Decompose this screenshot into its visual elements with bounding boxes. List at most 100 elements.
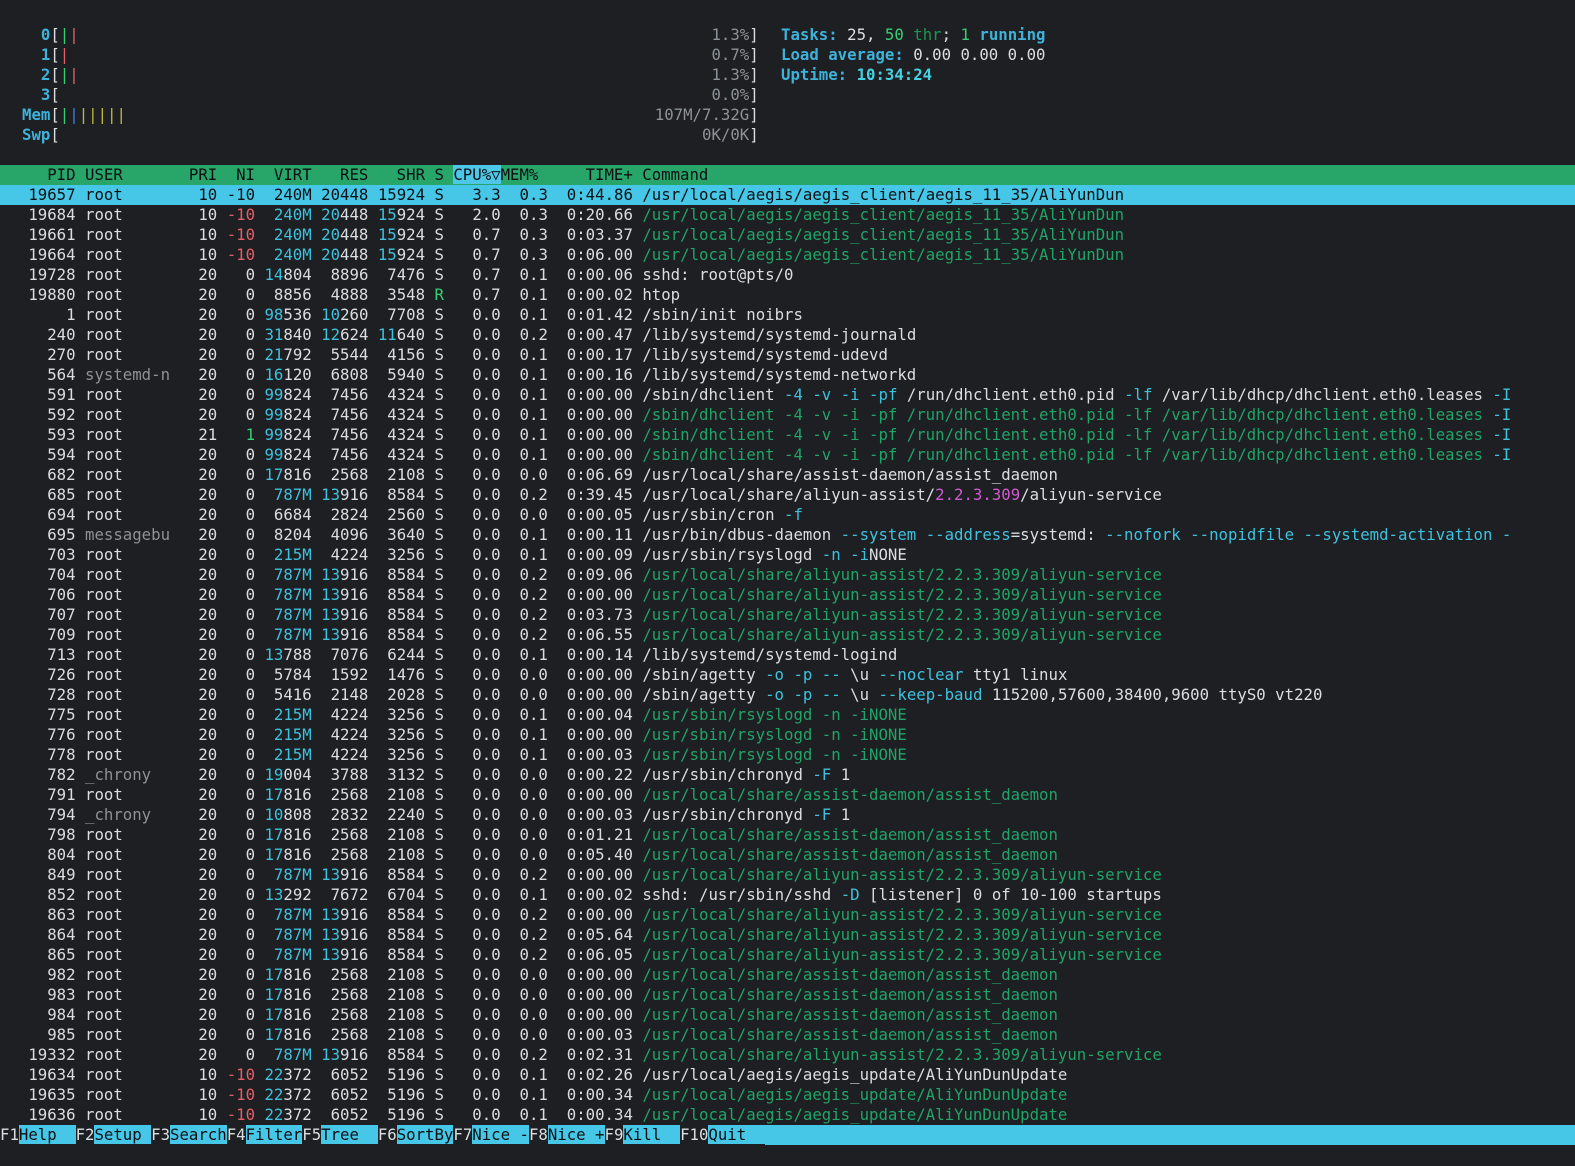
column-headers: PID USER PRI NI VIRT RES SHR S bbox=[0, 165, 454, 184]
command-cell: /usr/local/share/assist-daemon/assist_da… bbox=[642, 1025, 1058, 1044]
process-row[interactable]: 985 root 20 0 17816 2568 2108 S 0.0 0.0 … bbox=[0, 1025, 1575, 1045]
mem-value: 4224 bbox=[311, 725, 369, 744]
state-cell: S bbox=[434, 605, 444, 624]
mem-value-low: 916 bbox=[340, 865, 369, 884]
state-cell: S bbox=[434, 525, 444, 544]
meter-body: 0.0% bbox=[60, 85, 749, 105]
process-row[interactable]: 19635 root 10 -10 22372 6052 5196 S 0.0 … bbox=[0, 1085, 1575, 1105]
process-row[interactable]: 865 root 20 0 787M 13916 8584 S 0.0 0.2 … bbox=[0, 945, 1575, 965]
process-row[interactable]: 19636 root 10 -10 22372 6052 5196 S 0.0 … bbox=[0, 1105, 1575, 1125]
process-row[interactable]: 19880 root 20 0 8856 4888 3548 R 0.7 0.1… bbox=[0, 285, 1575, 305]
fnkey-nice-[interactable]: F8Nice + bbox=[529, 1125, 605, 1145]
mem-value: 2108 bbox=[368, 785, 426, 804]
time-cell: 0:02.31 bbox=[547, 1045, 643, 1064]
mem-value-low: 916 bbox=[340, 485, 369, 504]
process-row[interactable]: 707 root 20 0 787M 13916 8584 S 0.0 0.2 … bbox=[0, 605, 1575, 625]
command-cell: /usr/local/share/aliyun-assist/2.2.3.309… bbox=[642, 625, 1162, 644]
pid-cell: 564 bbox=[0, 365, 86, 384]
process-row[interactable]: 983 root 20 0 17816 2568 2108 S 0.0 0.0 … bbox=[0, 985, 1575, 1005]
mem-value-low: 916 bbox=[340, 585, 369, 604]
process-row[interactable]: 982 root 20 0 17816 2568 2108 S 0.0 0.0 … bbox=[0, 965, 1575, 985]
process-row[interactable]: 270 root 20 0 21792 5544 4156 S 0.0 0.1 … bbox=[0, 345, 1575, 365]
process-row[interactable]: 19728 root 20 0 14804 8896 7476 S 0.7 0.… bbox=[0, 265, 1575, 285]
process-row[interactable]: 240 root 20 0 31840 12624 11640 S 0.0 0.… bbox=[0, 325, 1575, 345]
command-cell: -D bbox=[831, 885, 860, 904]
process-row[interactable]: 591 root 20 0 99824 7456 4324 S 0.0 0.1 … bbox=[0, 385, 1575, 405]
meter-3: 3[0.0%] bbox=[22, 85, 759, 105]
cpu-percent-cell: 0.0 bbox=[453, 965, 501, 984]
process-row[interactable]: 706 root 20 0 787M 13916 8584 S 0.0 0.2 … bbox=[0, 585, 1575, 605]
user-cell: root bbox=[85, 665, 180, 684]
process-row[interactable]: 984 root 20 0 17816 2568 2108 S 0.0 0.0 … bbox=[0, 1005, 1575, 1025]
process-row[interactable]: 864 root 20 0 787M 13916 8584 S 0.0 0.2 … bbox=[0, 925, 1575, 945]
fnkey-filter[interactable]: F4Filter bbox=[227, 1125, 303, 1145]
process-row[interactable]: 782 _chrony 20 0 19004 3788 3132 S 0.0 0… bbox=[0, 765, 1575, 785]
process-row[interactable]: 19684 root 10 -10 240M 20448 15924 S 2.0… bbox=[0, 205, 1575, 225]
process-row[interactable]: 794 _chrony 20 0 10808 2832 2240 S 0.0 0… bbox=[0, 805, 1575, 825]
process-row[interactable]: 592 root 20 0 99824 7456 4324 S 0.0 0.1 … bbox=[0, 405, 1575, 425]
process-row[interactable]: 775 root 20 0 215M 4224 3256 S 0.0 0.1 0… bbox=[0, 705, 1575, 725]
time-cell: 0:00.00 bbox=[547, 385, 643, 404]
process-row[interactable]: 694 root 20 0 6684 2824 2560 S 0.0 0.0 0… bbox=[0, 505, 1575, 525]
process-row[interactable]: 703 root 20 0 215M 4224 3256 S 0.0 0.1 0… bbox=[0, 545, 1575, 565]
command-cell: /usr/local/share/assist-daemon/assist_da… bbox=[642, 785, 1058, 804]
process-row[interactable]: 1 root 20 0 98536 10260 7708 S 0.0 0.1 0… bbox=[0, 305, 1575, 325]
process-row-selected[interactable]: 19657 root 10 -10 240M 20448 15924 S 3.3… bbox=[0, 185, 1575, 205]
meter-bracket: [ bbox=[50, 85, 60, 104]
process-row[interactable]: 709 root 20 0 787M 13916 8584 S 0.0 0.2 … bbox=[0, 625, 1575, 645]
process-row[interactable]: 19332 root 20 0 787M 13916 8584 S 0.0 0.… bbox=[0, 1045, 1575, 1065]
process-row[interactable]: 849 root 20 0 787M 13916 8584 S 0.0 0.2 … bbox=[0, 865, 1575, 885]
time-cell: 0:00.00 bbox=[547, 445, 643, 464]
process-row[interactable]: 863 root 20 0 787M 13916 8584 S 0.0 0.2 … bbox=[0, 905, 1575, 925]
state-cell: S bbox=[434, 585, 444, 604]
mem-percent-cell: 0.3 bbox=[500, 225, 548, 244]
fnkey-sortby[interactable]: F6SortBy bbox=[378, 1125, 454, 1145]
meter-mem: Mem[||||||| 107M/7.32G] bbox=[22, 105, 759, 125]
fnkey-search[interactable]: F3Search bbox=[151, 1125, 227, 1145]
fnkey-tree[interactable]: F5Tree bbox=[302, 1125, 378, 1145]
process-row[interactable]: 594 root 20 0 99824 7456 4324 S 0.0 0.1 … bbox=[0, 445, 1575, 465]
fnkey-kill[interactable]: F9Kill bbox=[605, 1125, 681, 1145]
mem-pad bbox=[255, 605, 274, 624]
process-row[interactable]: 19664 root 10 -10 240M 20448 15924 S 0.7… bbox=[0, 245, 1575, 265]
process-row[interactable]: 685 root 20 0 787M 13916 8584 S 0.0 0.2 … bbox=[0, 485, 1575, 505]
fnkey-label: SortBy bbox=[396, 1125, 454, 1144]
cpu-percent-cell: 0.7 bbox=[453, 265, 501, 284]
process-row[interactable]: 852 root 20 0 13292 7672 6704 S 0.0 0.1 … bbox=[0, 885, 1575, 905]
user-cell: systemd-n bbox=[85, 365, 180, 384]
process-row[interactable]: 791 root 20 0 17816 2568 2108 S 0.0 0.0 … bbox=[0, 785, 1575, 805]
priority-cell: 20 bbox=[179, 1045, 218, 1064]
mem-value-low: 640 bbox=[396, 325, 426, 344]
process-row[interactable]: 564 systemd-n 20 0 16120 6808 5940 S 0.0… bbox=[0, 365, 1575, 385]
mem-value-low: 624 bbox=[340, 325, 369, 344]
process-row[interactable]: 713 root 20 0 13788 7076 6244 S 0.0 0.1 … bbox=[0, 645, 1575, 665]
process-row[interactable]: 695 messagebu 20 0 8204 4096 3640 S 0.0 … bbox=[0, 525, 1575, 545]
fnkey-quit[interactable]: F10Quit bbox=[680, 1125, 766, 1145]
table-header-row[interactable]: PID USER PRI NI VIRT RES SHR S CPU%▽MEM%… bbox=[0, 165, 1575, 185]
fnkey-nice-[interactable]: F7Nice - bbox=[453, 1125, 529, 1145]
time-cell: 0:00.03 bbox=[547, 805, 643, 824]
fnkey-help[interactable]: F1Help bbox=[0, 1125, 76, 1145]
mem-value-low: 448 bbox=[340, 225, 369, 244]
nice-cell: 0 bbox=[217, 905, 256, 924]
process-row[interactable]: 776 root 20 0 215M 4224 3256 S 0.0 0.1 0… bbox=[0, 725, 1575, 745]
process-row[interactable]: 728 root 20 0 5416 2148 2028 S 0.0 0.0 0… bbox=[0, 685, 1575, 705]
process-row[interactable]: 804 root 20 0 17816 2568 2108 S 0.0 0.0 … bbox=[0, 845, 1575, 865]
process-row[interactable]: 19661 root 10 -10 240M 20448 15924 S 0.7… bbox=[0, 225, 1575, 245]
process-row[interactable]: 798 root 20 0 17816 2568 2108 S 0.0 0.0 … bbox=[0, 825, 1575, 845]
state-cell: S bbox=[434, 1085, 444, 1104]
process-row[interactable]: 778 root 20 0 215M 4224 3256 S 0.0 0.1 0… bbox=[0, 745, 1575, 765]
process-row[interactable]: 726 root 20 0 5784 1592 1476 S 0.0 0.0 0… bbox=[0, 665, 1575, 685]
mem-value-low: 916 bbox=[340, 565, 369, 584]
mem-value-low: 816 bbox=[283, 785, 312, 804]
process-row[interactable]: 704 root 20 0 787M 13916 8584 S 0.0 0.2 … bbox=[0, 565, 1575, 585]
cpu-percent-cell: 0.0 bbox=[453, 485, 501, 504]
process-row[interactable]: 19634 root 10 -10 22372 6052 5196 S 0.0 … bbox=[0, 1065, 1575, 1085]
pid-cell: 593 bbox=[0, 425, 86, 444]
command-cell: /sbin/agetty bbox=[642, 665, 756, 684]
process-row[interactable]: 593 root 21 1 99824 7456 4324 S 0.0 0.1 … bbox=[0, 425, 1575, 445]
fnkey-setup[interactable]: F2Setup bbox=[76, 1125, 152, 1145]
process-row[interactable]: 682 root 20 0 17816 2568 2108 S 0.0 0.0 … bbox=[0, 465, 1575, 485]
pid-cell: 706 bbox=[0, 585, 86, 604]
